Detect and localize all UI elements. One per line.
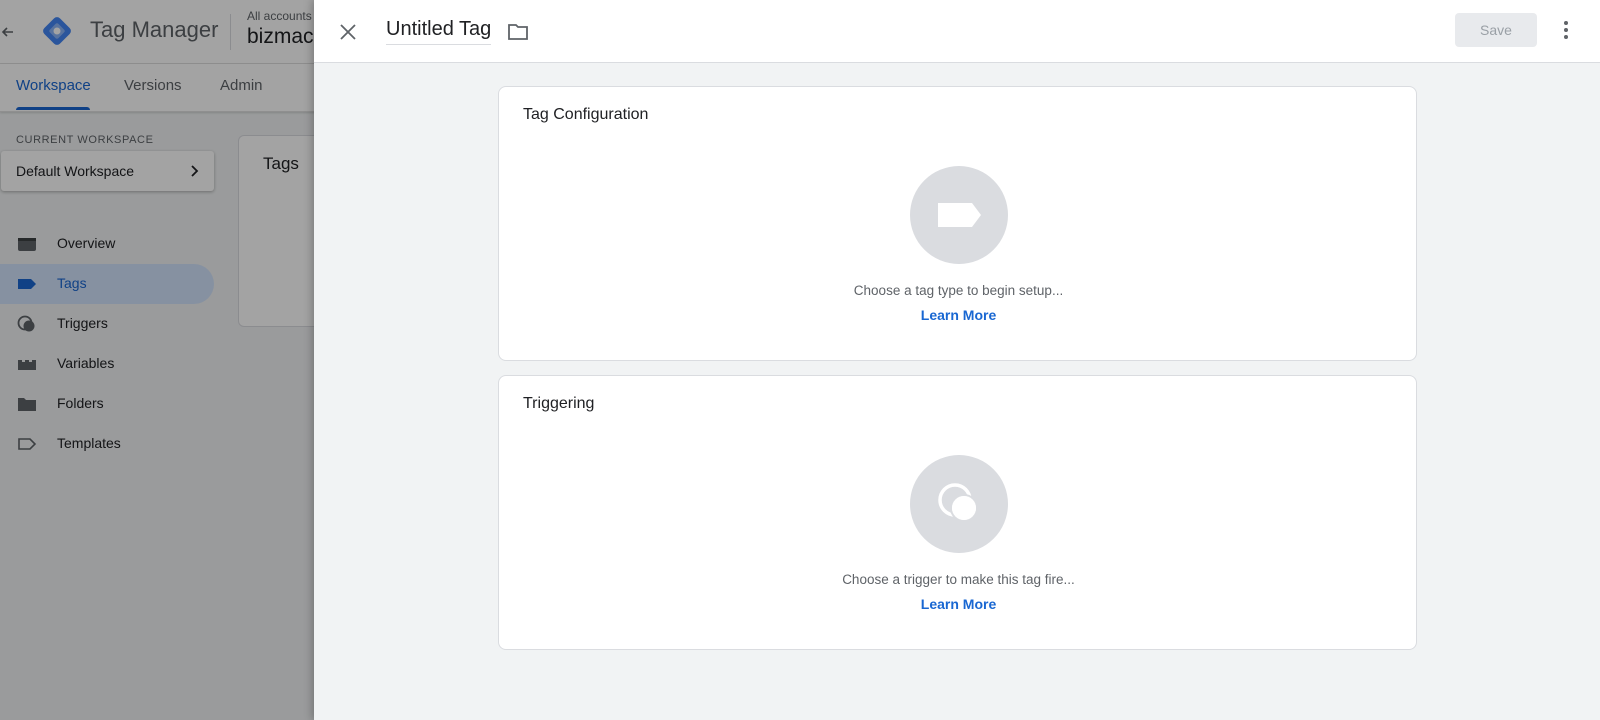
tag-name-input[interactable]: Untitled Tag (386, 18, 492, 45)
learn-more-link[interactable]: Learn More (921, 307, 996, 323)
folder-icon[interactable] (506, 20, 530, 44)
panel-title: Triggering (523, 395, 595, 412)
tag-icon (938, 203, 981, 227)
sheet-header: Untitled Tag Save (314, 0, 1600, 63)
tag-configuration-panel[interactable]: Tag Configuration Choose a tag type to b… (498, 86, 1417, 361)
choose-trigger-button[interactable] (910, 455, 1008, 553)
more-vert-icon[interactable] (1554, 16, 1578, 44)
triggering-panel[interactable]: Triggering Choose a trigger to make this… (498, 375, 1417, 650)
close-icon[interactable] (334, 18, 362, 46)
learn-more-link[interactable]: Learn More (921, 596, 996, 612)
trigger-hint: Choose a trigger to make this tag fire..… (842, 572, 1075, 587)
panel-title: Tag Configuration (523, 106, 649, 123)
tag-editor-sheet: Untitled Tag Save Tag Configuration Choo… (314, 0, 1600, 720)
trigger-icon (938, 483, 978, 522)
save-button[interactable]: Save (1455, 13, 1537, 47)
choose-tag-type-button[interactable] (910, 166, 1008, 264)
tag-type-hint: Choose a tag type to begin setup... (853, 283, 1064, 298)
